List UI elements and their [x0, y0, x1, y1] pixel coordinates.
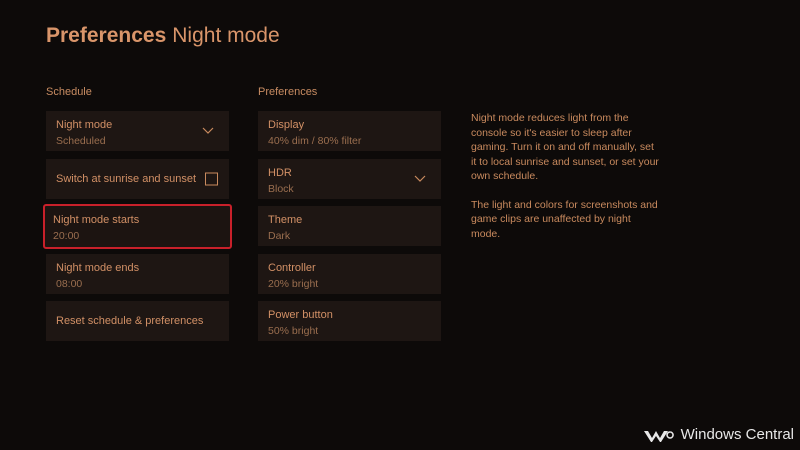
- description-panel: Night mode reduces light from the consol…: [471, 111, 661, 255]
- description-paragraph: The light and colors for screenshots and…: [471, 198, 658, 240]
- display-label: Display: [268, 119, 305, 131]
- power-button-value: 50% bright: [268, 325, 319, 337]
- sunrise-sunset-toggle[interactable]: Switch at sunrise and sunset: [46, 159, 229, 199]
- sunrise-sunset-label: Switch at sunrise and sunset: [56, 173, 197, 185]
- reset-schedule-label: Reset schedule & preferences: [56, 315, 204, 327]
- night-mode-starts-label: Night mode starts: [53, 214, 140, 226]
- night-mode-label: Night mode: [56, 119, 113, 131]
- night-mode-ends-label: Night mode ends: [56, 262, 140, 274]
- sunrise-sunset-checkbox[interactable]: [205, 172, 218, 186]
- theme-value: Dark: [268, 230, 291, 242]
- power-button-button[interactable]: Power button 50% bright: [258, 301, 441, 341]
- night-mode-ends-button[interactable]: Night mode ends 08:00: [46, 254, 229, 294]
- display-value: 40% dim / 80% filter: [268, 135, 362, 147]
- preferences-heading: Preferences: [258, 86, 318, 98]
- night-mode-ends-value: 08:00: [56, 278, 83, 290]
- theme-label: Theme: [268, 214, 303, 226]
- night-mode-starts-button[interactable]: Night mode starts 20:00: [43, 204, 232, 249]
- chevron-down-icon: [202, 127, 214, 134]
- reset-schedule-button[interactable]: Reset schedule & preferences: [46, 301, 229, 341]
- display-button[interactable]: Display 40% dim / 80% filter: [258, 111, 441, 151]
- night-mode-dropdown[interactable]: Night mode Scheduled: [46, 111, 229, 151]
- theme-button[interactable]: Theme Dark: [258, 206, 441, 246]
- section-title: Preferences: [46, 24, 167, 47]
- hdr-value: Block: [268, 183, 294, 195]
- chevron-down-icon: [414, 175, 426, 182]
- controller-value: 20% bright: [268, 278, 319, 290]
- watermark-text: Windows Central: [680, 426, 794, 443]
- description-paragraph: Night mode reduces light from the consol…: [471, 112, 659, 182]
- night-mode-starts-value: 20:00: [53, 230, 80, 242]
- page-header: Preferences Night mode: [46, 24, 280, 48]
- power-button-label: Power button: [268, 309, 333, 321]
- hdr-label: HDR: [268, 167, 292, 179]
- night-mode-value: Scheduled: [56, 135, 106, 147]
- windows-central-logo: [643, 430, 674, 442]
- page-title: Night mode: [172, 24, 280, 47]
- controller-label: Controller: [268, 262, 316, 274]
- schedule-heading: Schedule: [46, 86, 92, 98]
- hdr-dropdown[interactable]: HDR Block: [258, 159, 441, 199]
- watermark: Windows Central: [643, 426, 794, 443]
- controller-button[interactable]: Controller 20% bright: [258, 254, 441, 294]
